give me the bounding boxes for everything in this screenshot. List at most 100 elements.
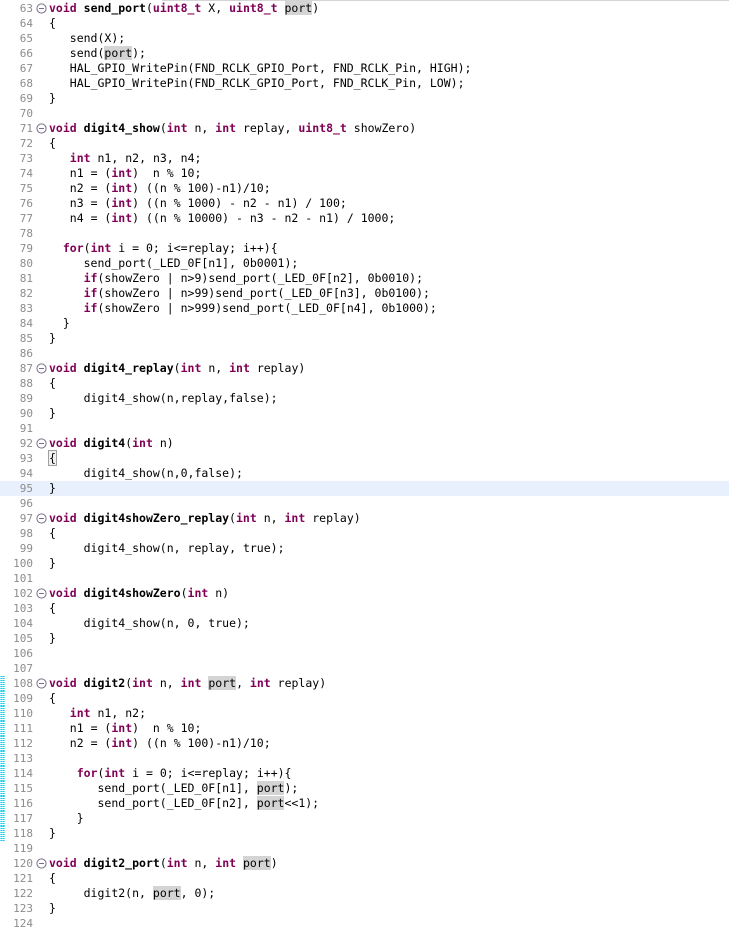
code-line-text[interactable]: } (49, 331, 729, 346)
code-line[interactable]: 73 int n1, n2, n3, n4; (0, 151, 729, 166)
code-line[interactable]: 70 (0, 106, 729, 121)
code-line[interactable]: 105} (0, 631, 729, 646)
code-line[interactable]: 109 { (0, 691, 729, 706)
code-line-text[interactable]: } (49, 556, 729, 571)
code-line[interactable]: 96 (0, 496, 729, 511)
code-line[interactable]: 115 send_port(_LED_0F[n1], port); (0, 781, 729, 796)
code-line[interactable]: 79 for(int i = 0; i<=replay; i++){ (0, 241, 729, 256)
code-line-text[interactable]: n1 = (int) n % 10; (49, 166, 729, 181)
code-line[interactable]: 108 void digit2(int n, int port, int repl… (0, 676, 729, 691)
code-line[interactable]: 114 for(int i = 0; i<=replay; i++){ (0, 766, 729, 781)
code-line[interactable]: 91 (0, 421, 729, 436)
code-line[interactable]: 67 HAL_GPIO_WritePin(FND_RCLK_GPIO_Port,… (0, 61, 729, 76)
fold-collapse-icon[interactable] (36, 121, 47, 136)
code-line-text[interactable]: digit2(n, port, 0); (49, 886, 729, 901)
code-line[interactable]: 99 digit4_show(n, replay, true); (0, 541, 729, 556)
code-line-text[interactable]: n2 = (int) ((n % 100)-n1)/10; (49, 736, 729, 751)
code-line-text[interactable]: void digit4showZero(int n) (49, 586, 729, 601)
code-line[interactable]: 84 } (0, 316, 729, 331)
code-line[interactable]: 89 digit4_show(n,replay,false); (0, 391, 729, 406)
code-line[interactable]: 123} (0, 901, 729, 916)
code-line-text[interactable]: } (49, 481, 729, 496)
code-line-text[interactable]: void digit4_replay(int n, int replay) (49, 361, 729, 376)
code-line[interactable]: 116 send_port(_LED_0F[n2], port<<1); (0, 796, 729, 811)
fold-collapse-icon[interactable] (36, 1, 47, 16)
code-line-text[interactable]: send_port(_LED_0F[n1], port); (49, 781, 729, 796)
code-line[interactable]: 82 if(showZero | n>99)send_port(_LED_0F[… (0, 286, 729, 301)
code-line[interactable]: 87 void digit4_replay(int n, int replay) (0, 361, 729, 376)
code-editor[interactable]: 63 void send_port(uint8_t X, uint8_t port… (0, 0, 729, 932)
code-line[interactable]: 92 void digit4(int n) (0, 436, 729, 451)
code-line-text[interactable]: { (49, 136, 729, 151)
code-line-text[interactable]: { (49, 691, 729, 706)
code-line[interactable]: 100} (0, 556, 729, 571)
code-line[interactable]: 71 void digit4_show(int n, int replay, ui… (0, 121, 729, 136)
code-line[interactable]: 90} (0, 406, 729, 421)
code-line-text[interactable]: send_port(_LED_0F[n1], 0b0001); (49, 256, 729, 271)
code-line[interactable]: 106 (0, 646, 729, 661)
code-line-text[interactable]: } (49, 811, 729, 826)
code-line[interactable]: 66 send(port); (0, 46, 729, 61)
fold-collapse-icon[interactable] (36, 361, 47, 376)
code-line[interactable]: 103 { (0, 601, 729, 616)
code-line[interactable]: 95} (0, 481, 729, 496)
code-line-text[interactable]: n3 = (int) ((n % 1000) - n2 - n1) / 100; (49, 196, 729, 211)
code-line[interactable]: 112 n2 = (int) ((n % 100)-n1)/10; (0, 736, 729, 751)
code-line-text[interactable]: int n1, n2, n3, n4; (49, 151, 729, 166)
code-line[interactable]: 88 { (0, 376, 729, 391)
code-line-text[interactable]: if(showZero | n>9)send_port(_LED_0F[n2],… (49, 271, 729, 286)
code-line-text[interactable]: } (49, 316, 729, 331)
code-line[interactable]: 118} (0, 826, 729, 841)
fold-collapse-icon[interactable] (36, 856, 47, 871)
code-line-text[interactable]: for(int i = 0; i<=replay; i++){ (49, 241, 729, 256)
code-line[interactable]: 76 n3 = (int) ((n % 1000) - n2 - n1) / 1… (0, 196, 729, 211)
code-line-text[interactable]: } (49, 406, 729, 421)
code-line-text[interactable]: n4 = (int) ((n % 10000) - n3 - n2 - n1) … (49, 211, 729, 226)
code-line-text[interactable]: void send_port(uint8_t X, uint8_t port) (49, 1, 729, 16)
code-line[interactable]: 93 { (0, 450, 729, 466)
code-line-text[interactable]: { (49, 526, 729, 541)
code-line[interactable]: 68 HAL_GPIO_WritePin(FND_RCLK_GPIO_Port,… (0, 76, 729, 91)
code-line[interactable]: 78 (0, 226, 729, 241)
code-line[interactable]: 81 if(showZero | n>9)send_port(_LED_0F[n… (0, 271, 729, 286)
fold-collapse-icon[interactable] (36, 586, 47, 601)
code-line[interactable]: 77 n4 = (int) ((n % 10000) - n3 - n2 - n… (0, 211, 729, 226)
fold-collapse-icon[interactable] (36, 436, 47, 451)
code-line[interactable]: 86 (0, 346, 729, 361)
code-line-text[interactable]: digit4_show(n, replay, true); (49, 541, 729, 556)
code-line-text[interactable]: void digit4(int n) (49, 436, 729, 451)
code-line[interactable]: 111 n1 = (int) n % 10; (0, 721, 729, 736)
code-line[interactable]: 72 { (0, 136, 729, 151)
code-line-text[interactable]: send(port); (49, 46, 729, 61)
code-line-text[interactable]: { (49, 601, 729, 616)
code-line[interactable]: 122 digit2(n, port, 0); (0, 886, 729, 901)
code-line[interactable]: 102 void digit4showZero(int n) (0, 586, 729, 601)
code-line[interactable]: 74 n1 = (int) n % 10; (0, 166, 729, 181)
fold-collapse-icon[interactable] (36, 511, 47, 526)
code-line[interactable]: 104 digit4_show(n, 0, true); (0, 616, 729, 631)
code-line-text[interactable]: digit4_show(n,0,false); (49, 466, 729, 481)
code-line-text[interactable]: int n1, n2; (49, 706, 729, 721)
code-lines-container[interactable]: 63 void send_port(uint8_t X, uint8_t port… (0, 1, 729, 932)
code-line[interactable]: 85} (0, 331, 729, 346)
code-line-text[interactable]: } (49, 91, 729, 106)
code-line-text[interactable]: HAL_GPIO_WritePin(FND_RCLK_GPIO_Port, FN… (49, 76, 729, 91)
code-line-text[interactable]: n2 = (int) ((n % 100)-n1)/10; (49, 181, 729, 196)
code-line-text[interactable]: void digit2(int n, int port, int replay) (49, 676, 729, 691)
code-line[interactable]: 75 n2 = (int) ((n % 100)-n1)/10; (0, 181, 729, 196)
code-line[interactable]: 69} (0, 91, 729, 106)
code-line-text[interactable]: send_port(_LED_0F[n2], port<<1); (49, 796, 729, 811)
code-line[interactable]: 107 (0, 661, 729, 676)
code-line-text[interactable]: { (49, 871, 729, 886)
code-line[interactable]: 98 { (0, 526, 729, 541)
code-line[interactable]: 124 (0, 916, 729, 931)
code-line-text[interactable]: HAL_GPIO_WritePin(FND_RCLK_GPIO_Port, FN… (49, 61, 729, 76)
code-line-text[interactable]: } (49, 631, 729, 646)
code-line-text[interactable]: } (49, 826, 729, 841)
code-line[interactable]: 119 (0, 841, 729, 856)
code-line[interactable]: 63 void send_port(uint8_t X, uint8_t port… (0, 1, 729, 16)
code-line[interactable]: 97 void digit4showZero_replay(int n, int … (0, 511, 729, 526)
code-line-text[interactable]: send(X); (49, 31, 729, 46)
code-line-text[interactable]: { (48, 450, 729, 466)
code-line[interactable]: 110 int n1, n2; (0, 706, 729, 721)
